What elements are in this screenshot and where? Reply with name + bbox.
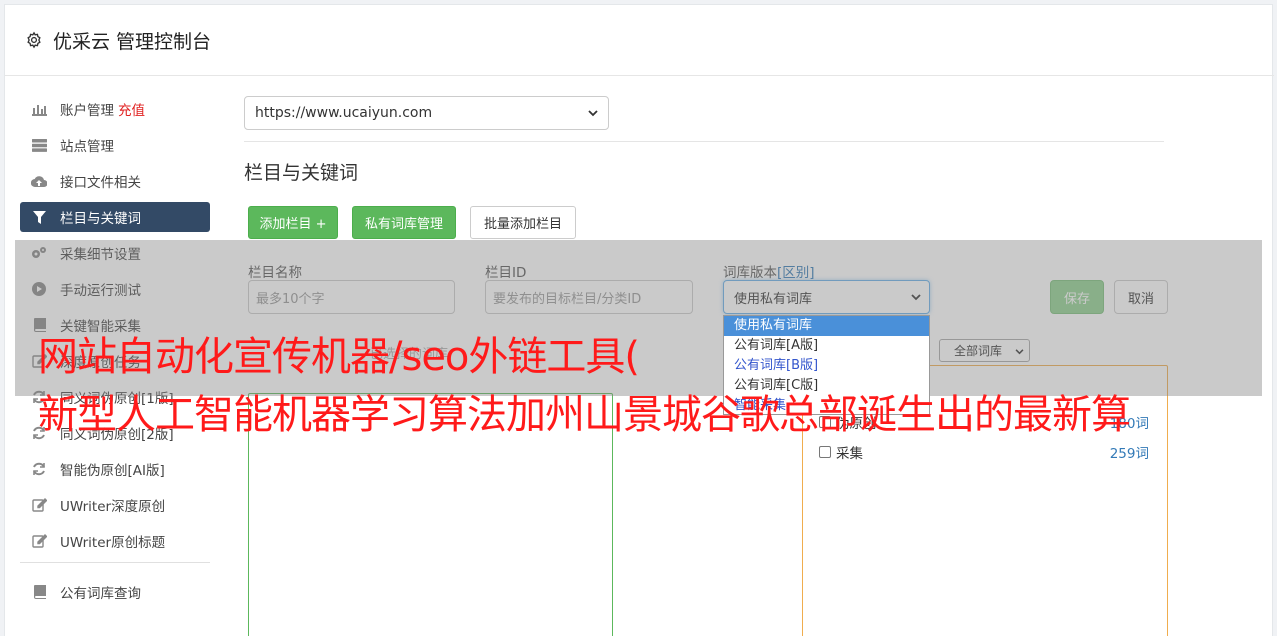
sidebar-item-label: 智能伪原创[AI版]	[60, 463, 165, 479]
dropdown-option[interactable]: 公有词库[B版]	[724, 356, 929, 376]
server-icon	[31, 137, 47, 153]
sidebar-item-uwriter-deep[interactable]: UWriter深度原创	[20, 490, 210, 520]
sidebar-item-columns[interactable]: 栏目与关键词	[20, 202, 210, 232]
cloud-upload-icon	[31, 173, 47, 189]
dropdown-option[interactable]: 公有词库[A版]	[724, 336, 929, 356]
section-title: 栏目与关键词	[244, 162, 359, 184]
edit-icon	[31, 353, 47, 369]
divider	[244, 141, 1164, 142]
list-item[interactable]: 采集 259词	[819, 442, 1149, 462]
save-button[interactable]: 保存	[1050, 280, 1104, 314]
word-count: 259词	[1109, 446, 1149, 462]
sidebar-item-deep-original[interactable]: 深度原创任务	[20, 346, 210, 376]
difference-link[interactable]: [区别]	[777, 265, 815, 281]
page-title: 优采云 管理控制台	[53, 30, 212, 53]
sidebar: 账户管理 充值 站点管理 接口文件相关 栏目与关键词 采集细节设置 手动运行测试…	[20, 94, 210, 613]
sidebar-item-synonym-v2[interactable]: 同义词伪原创[2版]	[20, 418, 210, 448]
sidebar-item-sites[interactable]: 站点管理	[20, 130, 210, 160]
lib-filter-value: 全部词库	[954, 344, 1003, 358]
column-name-label: 栏目名称	[248, 265, 302, 281]
sidebar-item-label: UWriter深度原创	[60, 499, 166, 515]
refresh-icon	[31, 389, 47, 405]
batch-add-button[interactable]: 批量添加栏目	[470, 206, 576, 239]
word-count: 180词	[1109, 416, 1149, 432]
sidebar-item-label: 手动运行测试	[60, 283, 141, 299]
chevron-down-icon	[588, 105, 598, 121]
page-header: 优采云 管理控制台	[5, 5, 1274, 76]
column-name-input[interactable]: 最多10个字	[248, 280, 455, 314]
dropdown-option[interactable]: 智能采集	[724, 396, 929, 416]
sidebar-item-uwriter-title[interactable]: UWriter原创标题	[20, 526, 210, 556]
site-select-value: https://www.ucaiyun.com	[255, 105, 433, 121]
sidebar-item-interface[interactable]: 接口文件相关	[20, 166, 210, 196]
sidebar-item-collect-settings[interactable]: 采集细节设置	[20, 238, 210, 268]
chevron-down-icon	[1015, 344, 1024, 358]
private-lib-button[interactable]: 私有词库管理	[352, 206, 456, 239]
lib-filter-select[interactable]: 全部词库	[939, 339, 1030, 362]
sidebar-item-ai-rewrite[interactable]: 智能伪原创[AI版]	[20, 454, 210, 484]
refresh-icon	[31, 425, 47, 441]
sidebar-item-label: UWriter原创标题	[60, 535, 166, 551]
bar-chart-icon	[31, 101, 47, 117]
dict-version-label: 词库版本[区别]	[723, 261, 815, 281]
book-icon	[31, 317, 47, 333]
dict-version-select[interactable]: 使用私有词库	[723, 280, 930, 314]
sidebar-item-synonym-v1[interactable]: 同义词伪原创[1版]	[20, 382, 210, 412]
sidebar-item-smart-collect[interactable]: 关键智能采集	[20, 310, 210, 340]
sidebar-item-account[interactable]: 账户管理 充值	[20, 94, 210, 124]
dict-version-dropdown: 使用私有词库 公有词库[A版] 公有词库[B版] 公有词库[C版] 智能采集	[723, 315, 930, 415]
edit-icon	[31, 533, 47, 549]
sidebar-item-label: 栏目与关键词	[60, 211, 141, 227]
sidebar-item-label: 接口文件相关	[60, 175, 141, 191]
sidebar-item-label: 站点管理	[60, 139, 114, 155]
dict-version-value: 使用私有词库	[734, 291, 813, 307]
sidebar-item-label: 公有词库查询	[60, 586, 141, 602]
dropdown-option[interactable]: 使用私有词库	[724, 316, 929, 336]
column-id-label: 栏目ID	[485, 265, 527, 281]
sidebar-item-label: 深度原创任务	[60, 355, 141, 371]
column-id-input[interactable]: 要发布的目标栏目/分类ID	[485, 280, 693, 314]
checkbox[interactable]	[819, 446, 831, 458]
sidebar-item-label: 采集细节设置	[60, 247, 141, 263]
selected-lib-label: 已选择的词库	[370, 347, 449, 362]
sidebar-item-label: 同义词伪原创[2版]	[60, 427, 174, 443]
recharge-link[interactable]: 充值	[118, 99, 145, 119]
dict-version-text: 词库版本	[723, 265, 777, 281]
selected-keywords-panel	[248, 393, 613, 636]
lib-item-label: 采集	[836, 446, 863, 462]
sidebar-divider	[20, 562, 210, 563]
sidebar-item-public-lib[interactable]: 公有词库查询	[20, 577, 210, 607]
sidebar-item-label: 账户管理	[60, 103, 114, 119]
chevron-down-icon	[911, 290, 921, 305]
edit-icon	[31, 497, 47, 513]
checkbox[interactable]	[819, 416, 831, 428]
filter-icon	[31, 209, 47, 225]
book-icon	[31, 584, 47, 600]
sidebar-item-label: 同义词伪原创[1版]	[60, 391, 174, 407]
cogs-icon	[31, 245, 47, 261]
sidebar-item-label: 关键智能采集	[60, 319, 141, 335]
add-column-button[interactable]: 添加栏目 +	[248, 206, 338, 239]
gear-icon	[25, 31, 43, 49]
sidebar-item-manual-run[interactable]: 手动运行测试	[20, 274, 210, 304]
cancel-button[interactable]: 取消	[1114, 280, 1168, 314]
play-circle-icon	[31, 281, 47, 297]
site-select[interactable]: https://www.ucaiyun.com	[244, 96, 609, 130]
dropdown-option[interactable]: 公有词库[C版]	[724, 376, 929, 396]
refresh-icon	[31, 461, 47, 477]
